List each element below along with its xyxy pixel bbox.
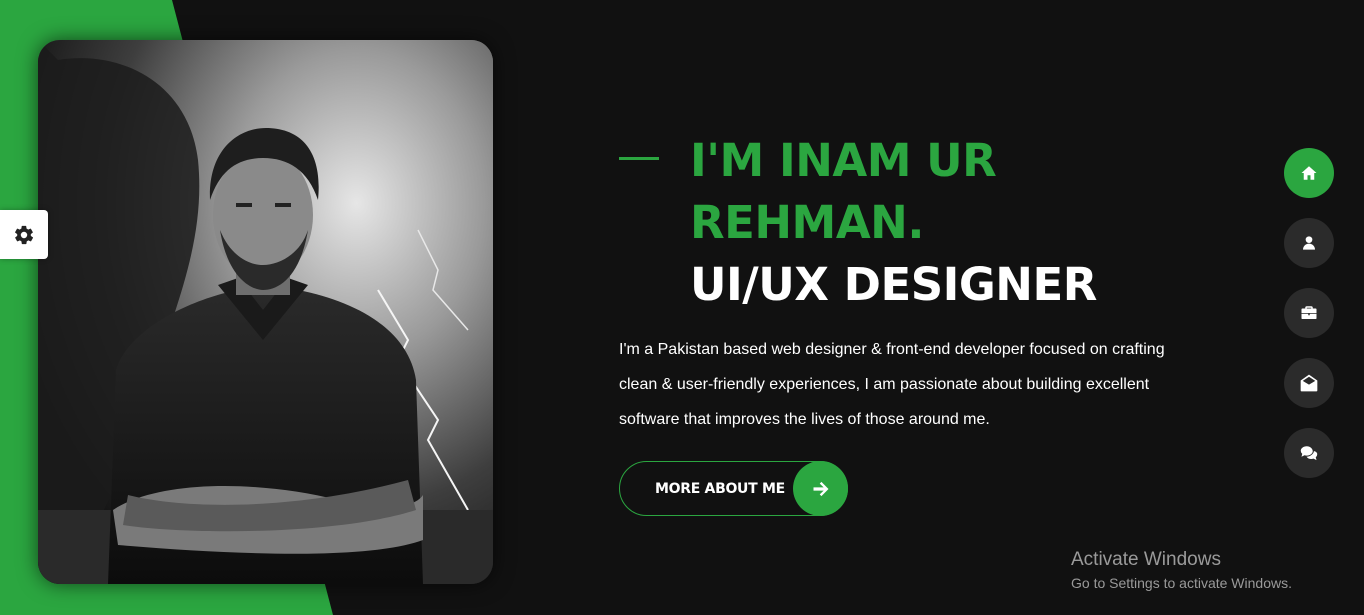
comments-icon (1300, 446, 1318, 461)
nav-contact-button[interactable] (1284, 358, 1334, 408)
user-icon (1303, 236, 1315, 250)
windows-activation-watermark: Activate Windows Go to Settings to activ… (1071, 548, 1292, 594)
profile-portrait (38, 40, 493, 584)
hero-description: I'm a Pakistan based web designer & fron… (619, 341, 1165, 428)
nav-portfolio-button[interactable] (1284, 288, 1334, 338)
title-accent-line (619, 157, 659, 160)
home-icon (1301, 166, 1317, 180)
briefcase-icon (1301, 306, 1317, 319)
hero-title-name-line2: REHMAN. (690, 196, 924, 249)
watermark-title: Activate Windows (1071, 549, 1221, 570)
nav-blog-button[interactable] (1284, 428, 1334, 478)
hero-title-name-line1: I'M INAM UR (690, 134, 997, 187)
nav-home-button[interactable] (1284, 148, 1334, 198)
hero-title: I'M INAM UR REHMAN. UI/UX DESIGNER (619, 130, 1219, 316)
watermark-subtitle: Go to Settings to activate Windows. (1071, 575, 1292, 591)
more-about-me-label: MORE ABOUT ME (655, 480, 785, 497)
settings-toggle-button[interactable] (0, 210, 48, 259)
nav-about-button[interactable] (1284, 218, 1334, 268)
side-navigation (1284, 148, 1334, 498)
more-about-me-button[interactable]: MORE ABOUT ME (619, 461, 848, 516)
arrow-right-icon (793, 461, 848, 516)
hero-title-role: UI/UX DESIGNER (690, 258, 1097, 311)
gear-icon (15, 225, 34, 244)
hero-section: I'M INAM UR REHMAN. UI/UX DESIGNER I'm a… (619, 130, 1219, 516)
envelope-open-icon (1300, 374, 1318, 392)
